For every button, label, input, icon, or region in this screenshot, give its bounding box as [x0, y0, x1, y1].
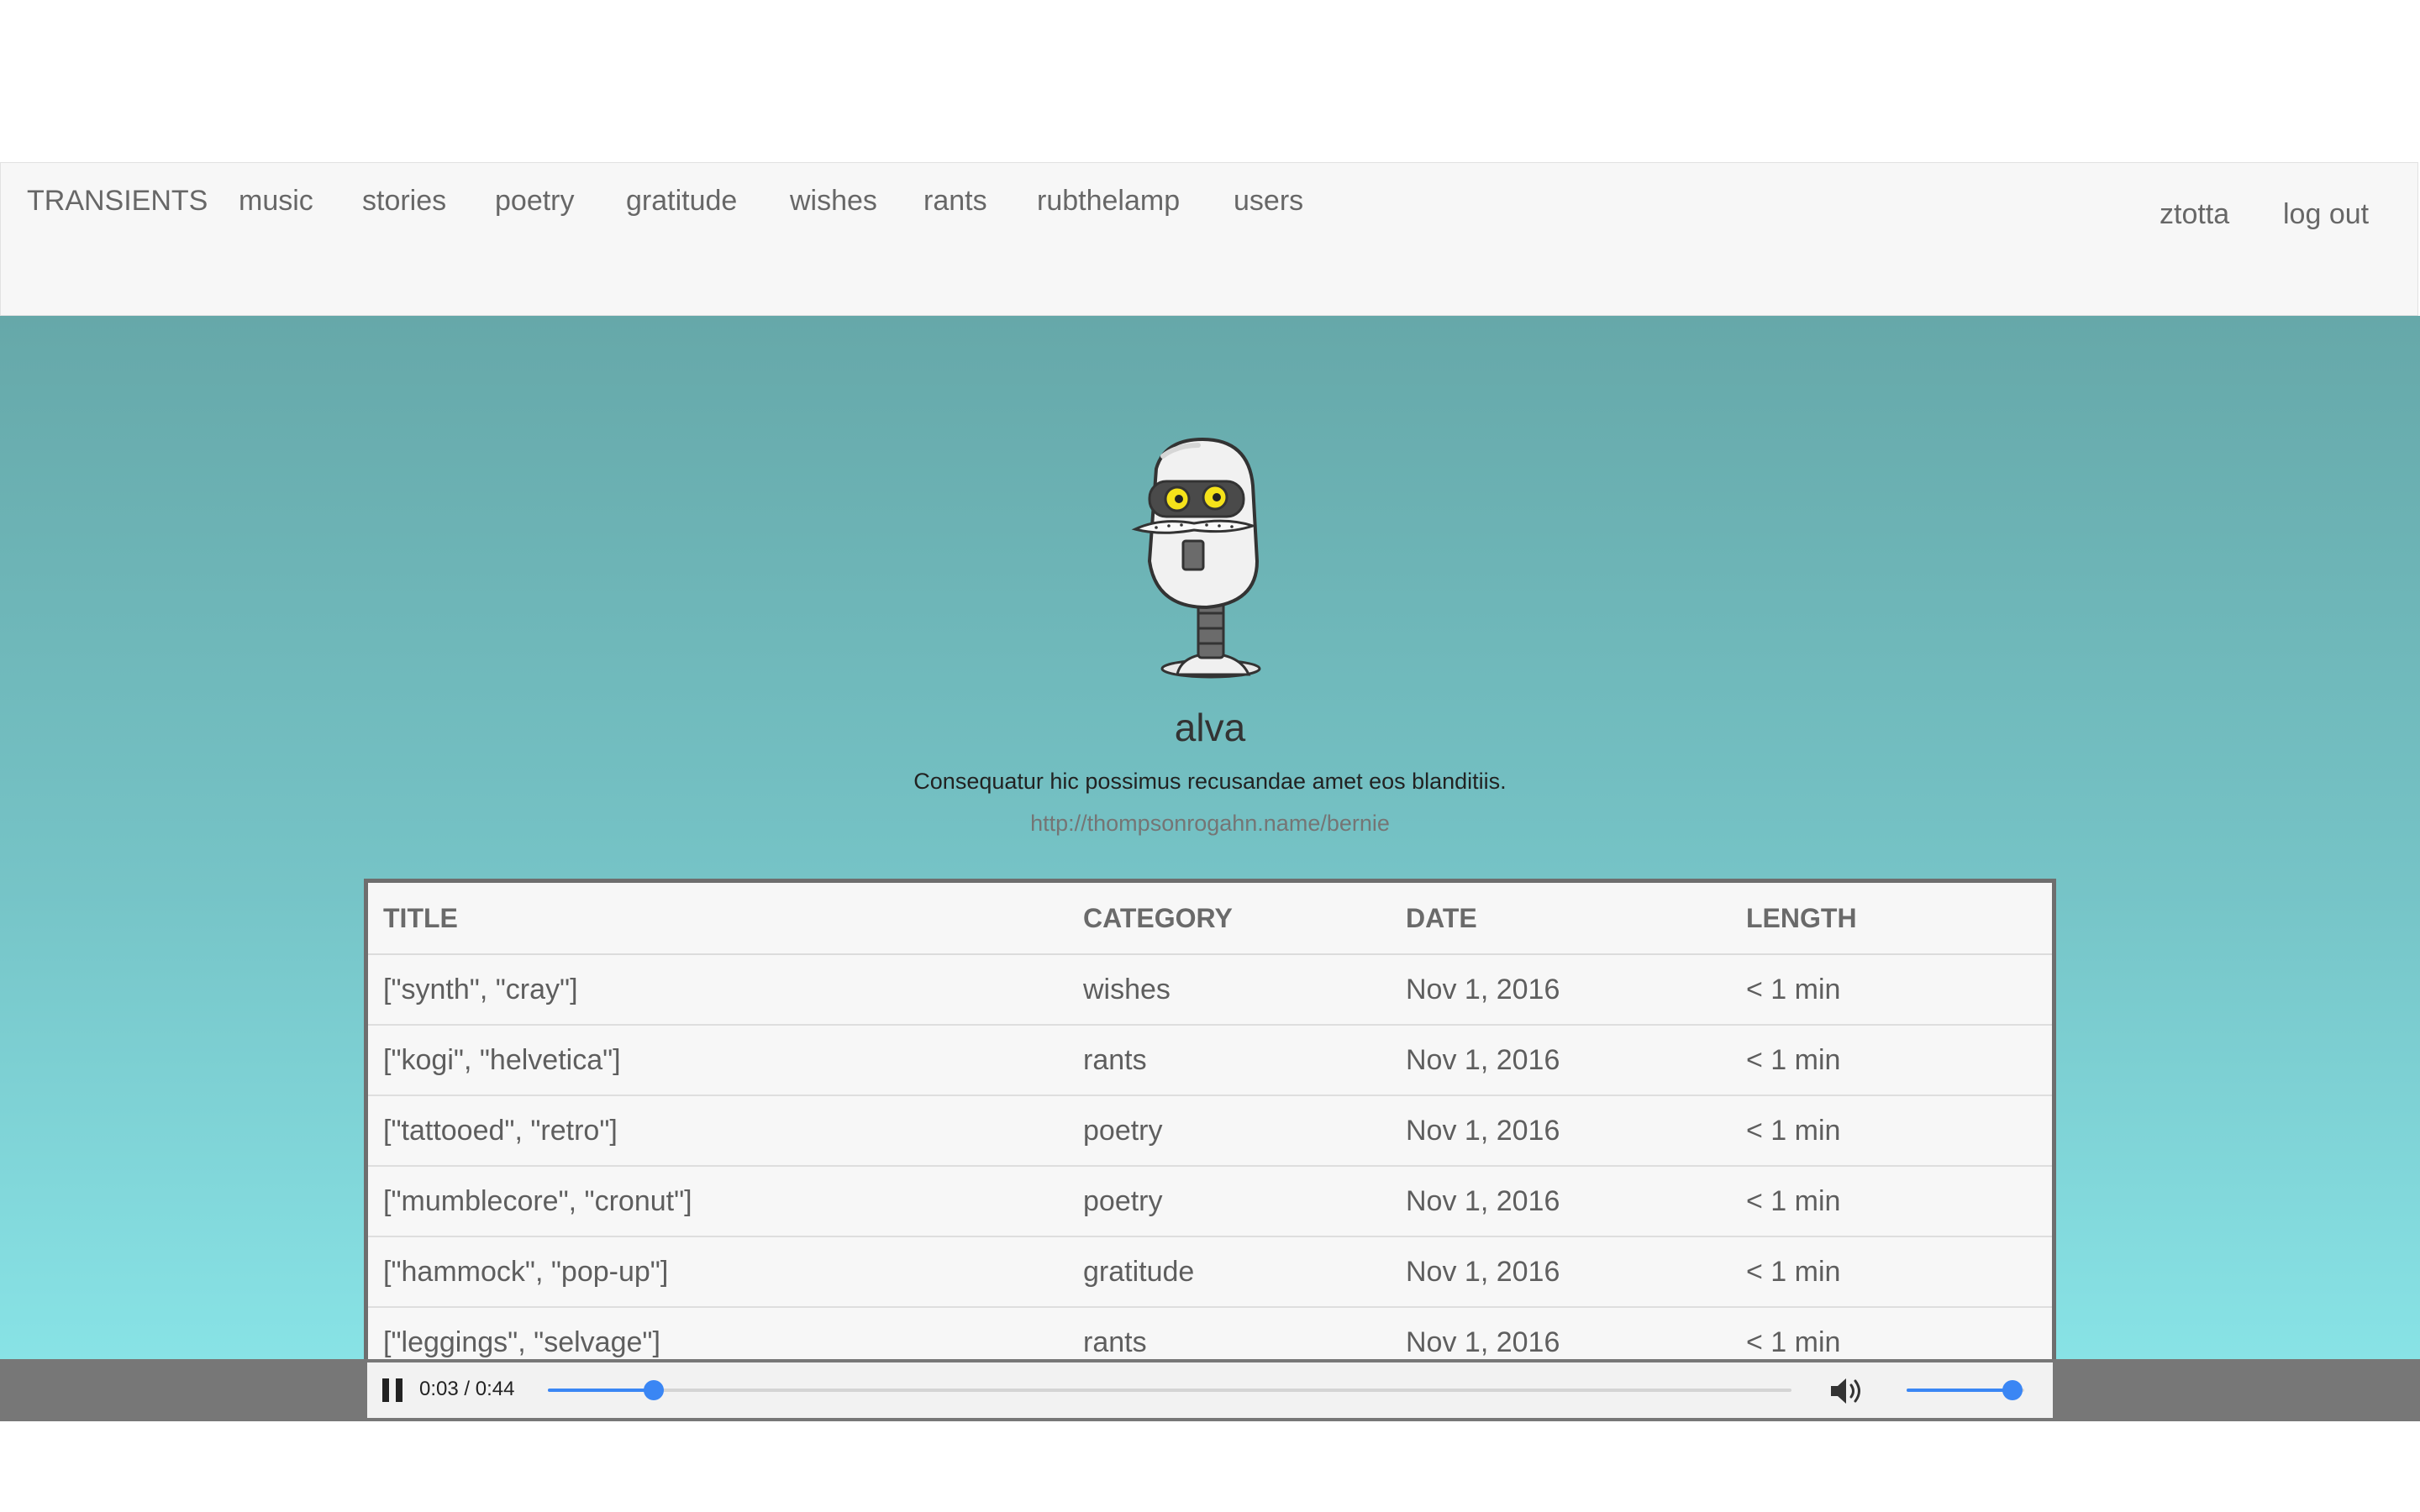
- nav-link-rants[interactable]: rants: [923, 186, 987, 215]
- track-length: < 1 min: [1731, 1095, 2054, 1167]
- track-length: < 1 min: [1731, 1025, 2054, 1096]
- track-length: < 1 min: [1731, 954, 2054, 1026]
- table-row[interactable]: ["mumblecore", "cronut"] poetry Nov 1, 2…: [366, 1166, 2054, 1237]
- pause-button[interactable]: [381, 1377, 406, 1404]
- audio-player-bar: 0:03 / 0:44: [0, 1359, 2420, 1421]
- column-header-title[interactable]: TITLE: [366, 880, 1068, 955]
- track-date: Nov 1, 2016: [1391, 1095, 1731, 1167]
- track-date: Nov 1, 2016: [1391, 1307, 1731, 1361]
- track-category: rants: [1068, 1025, 1391, 1096]
- playback-time: 0:03 / 0:44: [419, 1378, 515, 1400]
- profile-bio: Consequatur hic possimus recusandae amet…: [913, 769, 1507, 794]
- profile-website-link[interactable]: http://thompsonrogahn.name/bernie: [0, 812, 2420, 835]
- track-length: < 1 min: [1731, 1307, 2054, 1361]
- nav-link-rubthelamp[interactable]: rubthelamp: [1037, 186, 1180, 215]
- seek-slider[interactable]: [548, 1380, 1791, 1400]
- table-row[interactable]: ["leggings", "selvage"] rants Nov 1, 201…: [366, 1307, 2054, 1361]
- track-title[interactable]: ["hammock", "pop-up"]: [366, 1236, 1068, 1308]
- logout-link[interactable]: log out: [2283, 200, 2369, 228]
- nav-link-users[interactable]: users: [1234, 186, 1303, 215]
- column-header-length[interactable]: LENGTH: [1731, 880, 2054, 955]
- track-title[interactable]: ["synth", "cray"]: [366, 954, 1068, 1026]
- volume-slider[interactable]: [1907, 1380, 2024, 1400]
- nav-link-gratitude[interactable]: gratitude: [626, 186, 737, 215]
- volume-icon[interactable]: [1829, 1376, 1865, 1406]
- track-length: < 1 min: [1731, 1166, 2054, 1237]
- pause-icon: [396, 1378, 402, 1402]
- track-title[interactable]: ["leggings", "selvage"]: [366, 1307, 1068, 1361]
- audio-player: 0:03 / 0:44: [367, 1362, 2053, 1418]
- table-header-row: TITLE CATEGORY DATE LENGTH: [366, 880, 2054, 955]
- track-length: < 1 min: [1731, 1236, 2054, 1308]
- nav-link-music[interactable]: music: [239, 186, 313, 215]
- volume-thumb[interactable]: [2002, 1380, 2023, 1400]
- nav-link-stories[interactable]: stories: [362, 186, 446, 215]
- track-date: Nov 1, 2016: [1391, 954, 1731, 1026]
- track-category: gratitude: [1068, 1236, 1391, 1308]
- profile-section: alva Consequatur hic possimus recusandae…: [0, 316, 2420, 1361]
- column-header-category[interactable]: CATEGORY: [1068, 880, 1391, 955]
- track-date: Nov 1, 2016: [1391, 1025, 1731, 1096]
- pause-icon: [382, 1378, 389, 1402]
- track-category: poetry: [1068, 1095, 1391, 1167]
- top-navbar: TRANSIENTS music stories poetry gratitud…: [0, 162, 2418, 316]
- profile-username: alva: [1174, 706, 1246, 749]
- track-category: wishes: [1068, 954, 1391, 1026]
- tracks-table: TITLE CATEGORY DATE LENGTH ["synth", "cr…: [364, 879, 2056, 1361]
- track-category: poetry: [1068, 1166, 1391, 1237]
- robot-avatar-icon: [1131, 437, 1261, 679]
- volume-fill: [1907, 1389, 2012, 1392]
- nav-link-poetry[interactable]: poetry: [495, 186, 575, 215]
- table-row[interactable]: ["kogi", "helvetica"] rants Nov 1, 2016 …: [366, 1025, 2054, 1096]
- seek-progress-fill: [548, 1389, 654, 1392]
- column-header-date[interactable]: DATE: [1391, 880, 1731, 955]
- table-row[interactable]: ["tattooed", "retro"] poetry Nov 1, 2016…: [366, 1095, 2054, 1167]
- nav-link-wishes[interactable]: wishes: [790, 186, 877, 215]
- table-row[interactable]: ["synth", "cray"] wishes Nov 1, 2016 < 1…: [366, 954, 2054, 1026]
- table-row[interactable]: ["hammock", "pop-up"] gratitude Nov 1, 2…: [366, 1236, 2054, 1308]
- nav-user-link[interactable]: ztotta: [2160, 200, 2229, 228]
- track-date: Nov 1, 2016: [1391, 1236, 1731, 1308]
- track-title[interactable]: ["kogi", "helvetica"]: [366, 1025, 1068, 1096]
- track-date: Nov 1, 2016: [1391, 1166, 1731, 1237]
- brand-link[interactable]: TRANSIENTS: [27, 186, 208, 215]
- track-title[interactable]: ["mumblecore", "cronut"]: [366, 1166, 1068, 1237]
- track-title[interactable]: ["tattooed", "retro"]: [366, 1095, 1068, 1167]
- seek-thumb[interactable]: [643, 1380, 664, 1400]
- track-category: rants: [1068, 1307, 1391, 1361]
